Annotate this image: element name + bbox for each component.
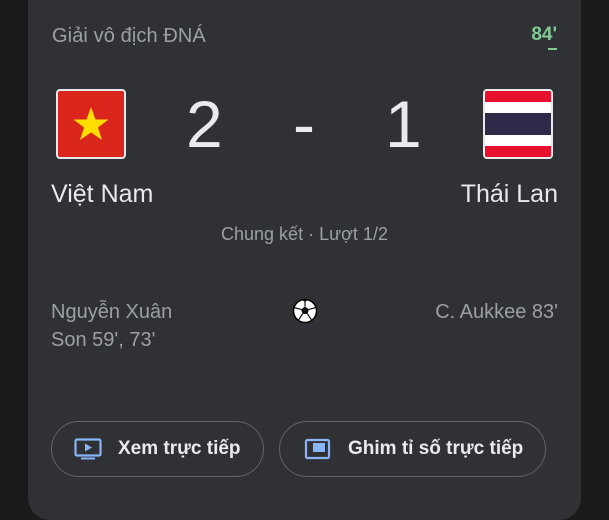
star-icon — [73, 107, 109, 140]
watch-live-label: Xem trực tiếp — [118, 438, 241, 459]
live-minute-indicator — [548, 48, 557, 50]
tv-play-icon — [74, 438, 102, 460]
pin-score-button[interactable]: Ghim tỉ số trực tiếp — [279, 421, 546, 477]
home-scorer-goals: Son 59', 73' — [51, 329, 156, 351]
home-scorers: Nguyễn Xuân Son 59', 73' — [51, 298, 251, 354]
watch-live-button[interactable]: Xem trực tiếp — [51, 421, 264, 477]
away-scorers: C. Aukkee 83' — [358, 298, 558, 326]
away-score: 1 — [385, 87, 422, 161]
pin-window-icon — [304, 438, 331, 460]
away-scorer-line: C. Aukkee 83' — [435, 301, 558, 323]
live-minute: 84' — [531, 24, 557, 45]
home-score: 2 — [186, 87, 223, 161]
league-title[interactable]: Giải vô địch ĐNÁ — [52, 25, 206, 48]
score-separator: - — [293, 87, 315, 161]
soccer-ball-icon — [292, 298, 318, 324]
vietnam-flag-icon[interactable] — [56, 89, 126, 159]
pin-score-label: Ghim tỉ số trực tiếp — [348, 438, 524, 459]
thailand-flag-icon[interactable] — [483, 89, 553, 159]
home-scorer-line: Nguyễn Xuân — [51, 301, 173, 323]
match-stage: Chung kết · Lượt 1/2 — [221, 224, 388, 244]
away-team-name[interactable]: Thái Lan — [461, 180, 558, 209]
home-team-name[interactable]: Việt Nam — [51, 180, 153, 209]
